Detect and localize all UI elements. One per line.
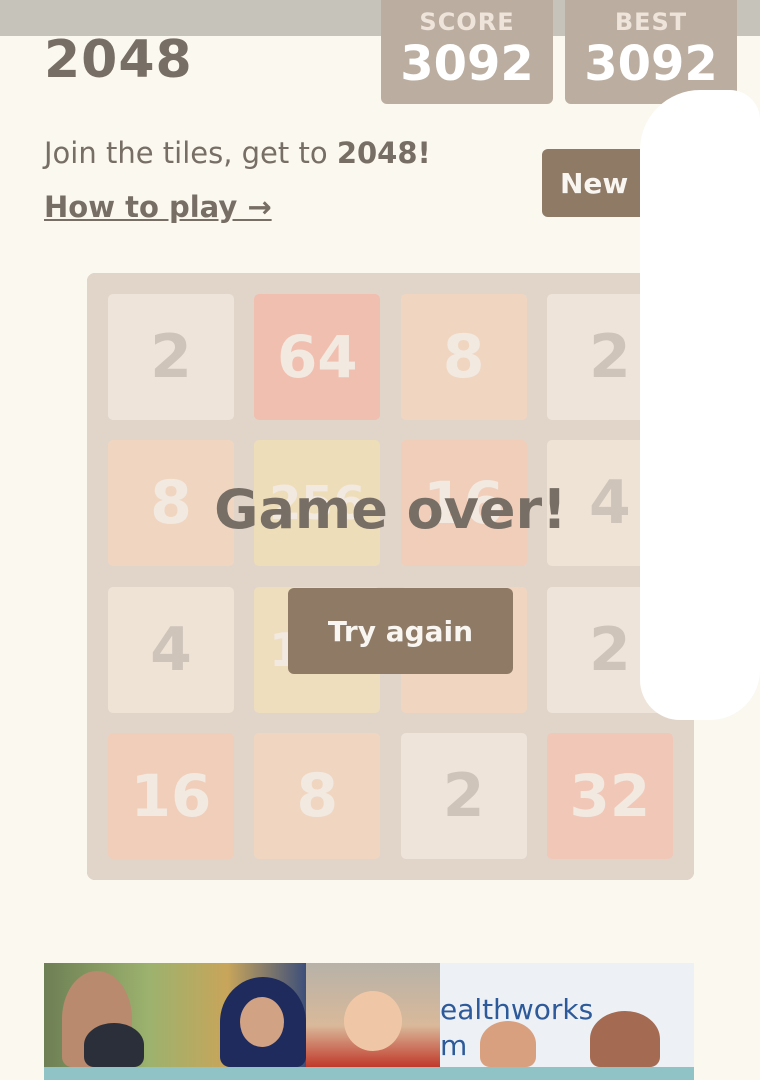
best-value: 3092 (584, 36, 718, 92)
ad-photo-child (306, 963, 440, 1067)
ad-office-person-1 (480, 1021, 536, 1067)
intro-text: Join the tiles, get to 2048! (44, 136, 431, 170)
score-label: SCORE (419, 8, 515, 36)
game-over-message: Game over! (214, 478, 567, 541)
ad-person-suit (84, 1023, 144, 1067)
advertisement-banner[interactable]: ealthworks m (44, 963, 694, 1080)
try-again-button[interactable]: Try again (288, 588, 513, 674)
how-to-play-link[interactable]: How to play → (44, 190, 272, 224)
ad-brand-text: ealthworks (440, 993, 594, 1026)
ad-bottom-strip (44, 1067, 694, 1080)
best-score-box: BEST 3092 (565, 0, 737, 104)
game-title: 2048 (44, 30, 193, 90)
intro-text-bold: 2048! (336, 136, 431, 170)
ad-person-face (240, 997, 284, 1047)
ad-brand-text-2: m (440, 1029, 468, 1062)
ad-child-face (344, 991, 402, 1051)
screen-smudge (640, 90, 760, 720)
ad-photo-couple (44, 963, 306, 1067)
score-value: 3092 (400, 36, 534, 92)
score-box: SCORE 3092 (381, 0, 553, 104)
best-label: BEST (614, 8, 688, 36)
game-over-overlay (87, 273, 694, 880)
ad-office-person-2 (590, 1011, 660, 1067)
intro-text-plain: Join the tiles, get to (44, 136, 337, 170)
